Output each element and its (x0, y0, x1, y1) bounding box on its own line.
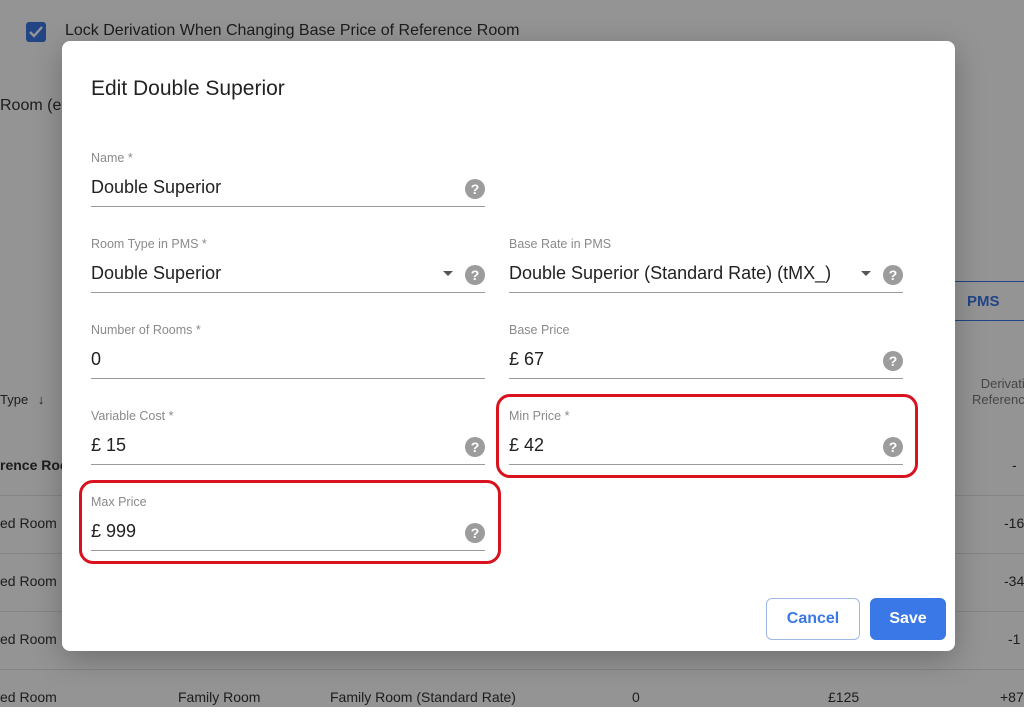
name-field[interactable]: Name * Double Superior ? (91, 151, 485, 208)
base-price-field[interactable]: Base Price £ 67 ? (509, 323, 903, 380)
help-icon[interactable]: ? (465, 179, 485, 199)
help-icon[interactable]: ? (465, 265, 485, 285)
edit-room-dialog: Edit Double Superior Name * Double Super… (62, 41, 955, 651)
base-price-input[interactable]: £ 67 (509, 349, 544, 370)
base-price-underline (509, 378, 903, 379)
number-of-rooms-field[interactable]: Number of Rooms * 0 (91, 323, 485, 380)
variable-cost-field[interactable]: Variable Cost * £ 15 ? (91, 409, 485, 466)
dropdown-caret-icon[interactable] (861, 271, 871, 276)
name-label: Name * (91, 151, 133, 165)
max-price-highlight (79, 480, 501, 564)
base-rate-value[interactable]: Double Superior (Standard Rate) (tMX_) (509, 263, 831, 284)
dialog-title: Edit Double Superior (91, 77, 285, 100)
help-icon[interactable]: ? (883, 265, 903, 285)
save-button[interactable]: Save (870, 598, 946, 640)
help-icon[interactable]: ? (883, 351, 903, 371)
number-of-rooms-input[interactable]: 0 (91, 349, 101, 370)
variable-cost-input[interactable]: £ 15 (91, 435, 126, 456)
base-price-label: Base Price (509, 323, 570, 337)
help-icon[interactable]: ? (465, 437, 485, 457)
room-type-select[interactable]: Room Type in PMS * Double Superior ? (91, 237, 485, 294)
base-rate-label: Base Rate in PMS (509, 237, 612, 251)
base-rate-underline (509, 292, 903, 293)
base-rate-select[interactable]: Base Rate in PMS Double Superior (Standa… (509, 237, 903, 294)
room-type-underline (91, 292, 485, 293)
variable-cost-label: Variable Cost * (91, 409, 174, 423)
number-of-rooms-underline (91, 378, 485, 379)
name-input[interactable]: Double Superior (91, 177, 221, 198)
number-of-rooms-label: Number of Rooms * (91, 323, 201, 337)
variable-cost-underline (91, 464, 485, 465)
dropdown-caret-icon[interactable] (443, 271, 453, 276)
room-type-label: Room Type in PMS * (91, 237, 207, 251)
cancel-button[interactable]: Cancel (766, 598, 860, 640)
name-underline (91, 206, 485, 207)
room-type-value[interactable]: Double Superior (91, 263, 221, 284)
min-price-highlight (496, 394, 918, 478)
